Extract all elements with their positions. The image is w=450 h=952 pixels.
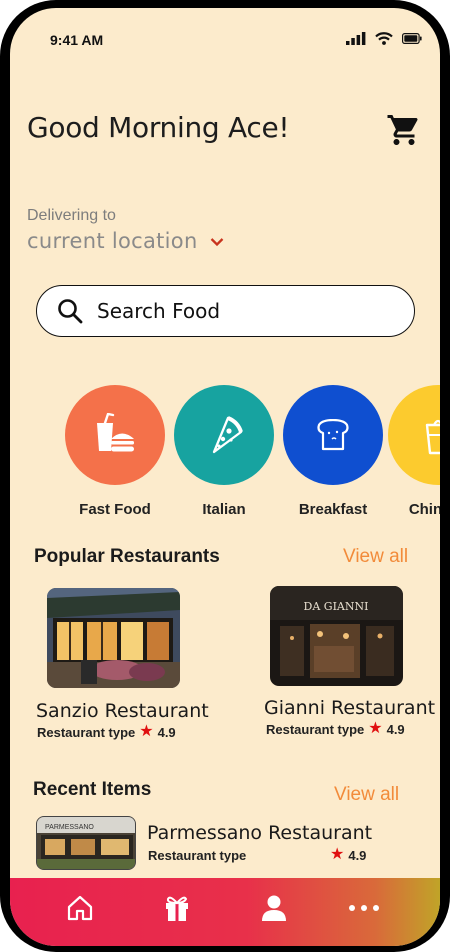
greeting-title: Good Morning Ace! — [27, 111, 290, 144]
chevron-down-icon — [210, 238, 223, 247]
gift-icon — [166, 896, 188, 921]
restaurant-type: Restaurant type — [37, 724, 136, 740]
search-bar[interactable]: Search Food — [36, 285, 415, 337]
app-screen: 9:41 AM Good Morning Ace! Delivering to … — [10, 8, 440, 946]
category-label: Chinese — [408, 501, 440, 518]
gianni-storefront-photo: DA GIANNI — [270, 586, 403, 686]
restaurant-rating: 4.9 — [386, 721, 405, 737]
restaurant-name[interactable]: Sanzio Restaurant — [36, 700, 209, 722]
category-italian[interactable]: Italian — [174, 385, 274, 518]
recent-view-all-link[interactable]: View all — [334, 784, 399, 806]
location-selector[interactable]: current location — [27, 229, 224, 253]
more-icon — [349, 905, 379, 911]
restaurant-type: Restaurant type — [148, 848, 247, 863]
sanzio-storefront-photo — [47, 588, 180, 688]
category-circle — [388, 385, 440, 485]
restaurant-image-gianni[interactable]: DA GIANNI — [270, 586, 403, 686]
home-icon — [67, 895, 93, 921]
category-label: Italian — [202, 501, 246, 518]
pizza-icon — [212, 416, 243, 454]
star-icon: ★ — [139, 723, 154, 740]
category-circle — [65, 385, 165, 485]
nav-gift-button[interactable] — [147, 878, 207, 938]
search-icon — [58, 299, 83, 324]
restaurant-rating: 4.9 — [157, 724, 176, 740]
popular-view-all-link[interactable]: View all — [343, 546, 408, 568]
cart-button[interactable] — [386, 112, 422, 148]
category-chinese[interactable]: Chinese — [388, 385, 440, 518]
bread-icon — [317, 419, 349, 451]
phone-frame: 9:41 AM Good Morning Ace! Delivering to … — [0, 0, 450, 952]
chinese-food-icon — [425, 419, 440, 455]
category-label: Fast Food — [79, 501, 151, 518]
nav-more-button[interactable] — [334, 878, 394, 938]
battery-icon — [402, 33, 422, 44]
category-circle — [283, 385, 383, 485]
category-circle — [174, 385, 274, 485]
recent-section-title: Recent Items — [33, 779, 152, 800]
search-input[interactable]: Search Food — [97, 299, 220, 323]
bottom-nav-bar — [10, 878, 440, 946]
restaurant-rating: 4.9 — [348, 847, 367, 863]
location-text: current location — [27, 229, 198, 253]
popular-section-title: Popular Restaurants — [34, 546, 220, 567]
restaurant-name[interactable]: Gianni Restaurant — [264, 697, 435, 719]
gianni-sign-text: DA GIANNI — [304, 600, 369, 613]
restaurant-type: Restaurant type — [266, 721, 365, 737]
recent-item-type: Restaurant type — [148, 848, 246, 863]
nav-home-button[interactable] — [50, 878, 110, 938]
parmessano-storefront-photo: PARMESSANO — [37, 817, 135, 869]
wifi-icon — [375, 32, 393, 45]
recent-item-name[interactable]: Parmessano Restaurant — [147, 822, 372, 844]
nav-profile-button[interactable] — [244, 878, 304, 938]
parmessano-sign-text: PARMESSANO — [45, 824, 94, 831]
category-breakfast[interactable]: Breakfast — [283, 385, 383, 518]
category-label: Breakfast — [298, 501, 368, 518]
star-icon: ★ — [330, 846, 345, 863]
star-icon: ★ — [368, 720, 383, 737]
category-fast-food[interactable]: Fast Food — [65, 385, 165, 518]
profile-icon — [262, 895, 286, 921]
recent-item-rating: ★ 4.9 — [330, 847, 366, 863]
delivering-to-label: Delivering to — [27, 207, 116, 224]
restaurant-meta: Restaurant type ★ 4.9 — [266, 721, 405, 737]
restaurant-image-sanzio[interactable] — [47, 588, 180, 688]
status-time: 9:41 AM — [50, 32, 104, 48]
recent-item-image[interactable]: PARMESSANO — [36, 816, 136, 870]
cart-icon — [387, 115, 418, 145]
status-icons — [346, 32, 422, 45]
signal-icon — [346, 32, 366, 45]
fast-food-icon — [97, 413, 134, 452]
restaurant-meta: Restaurant type ★ 4.9 — [37, 724, 176, 740]
